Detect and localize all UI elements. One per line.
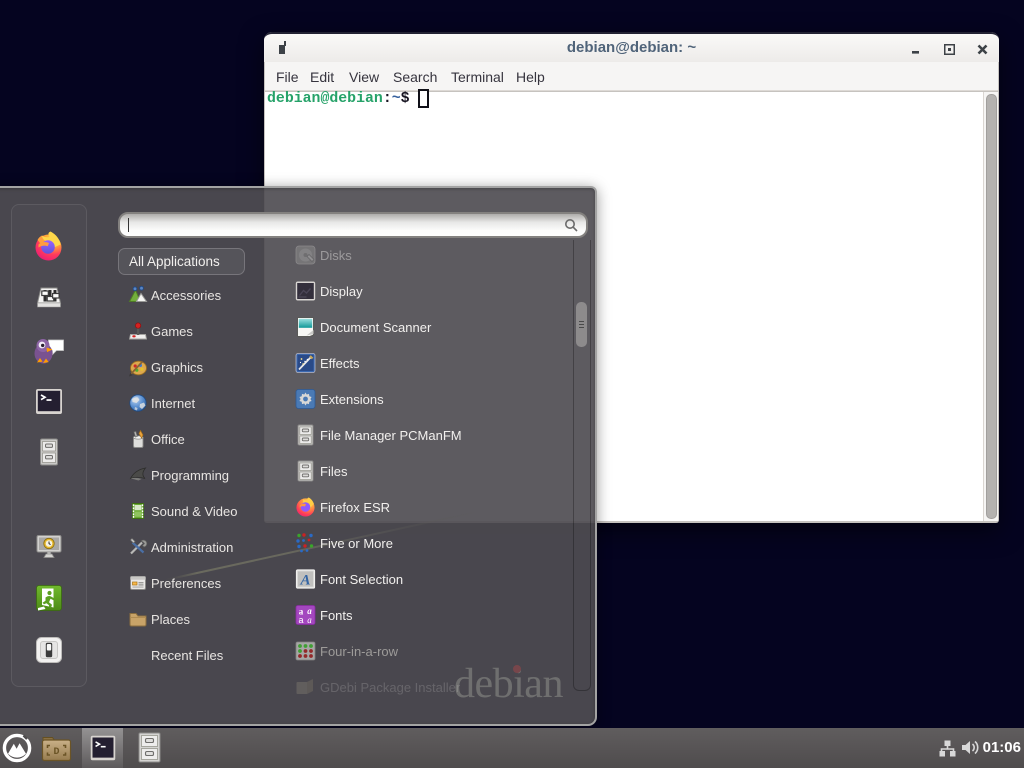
svg-text:a: a (307, 615, 312, 625)
svg-text:D: D (53, 747, 59, 758)
svg-text:a: a (298, 615, 303, 625)
svg-text:A: A (299, 573, 310, 589)
